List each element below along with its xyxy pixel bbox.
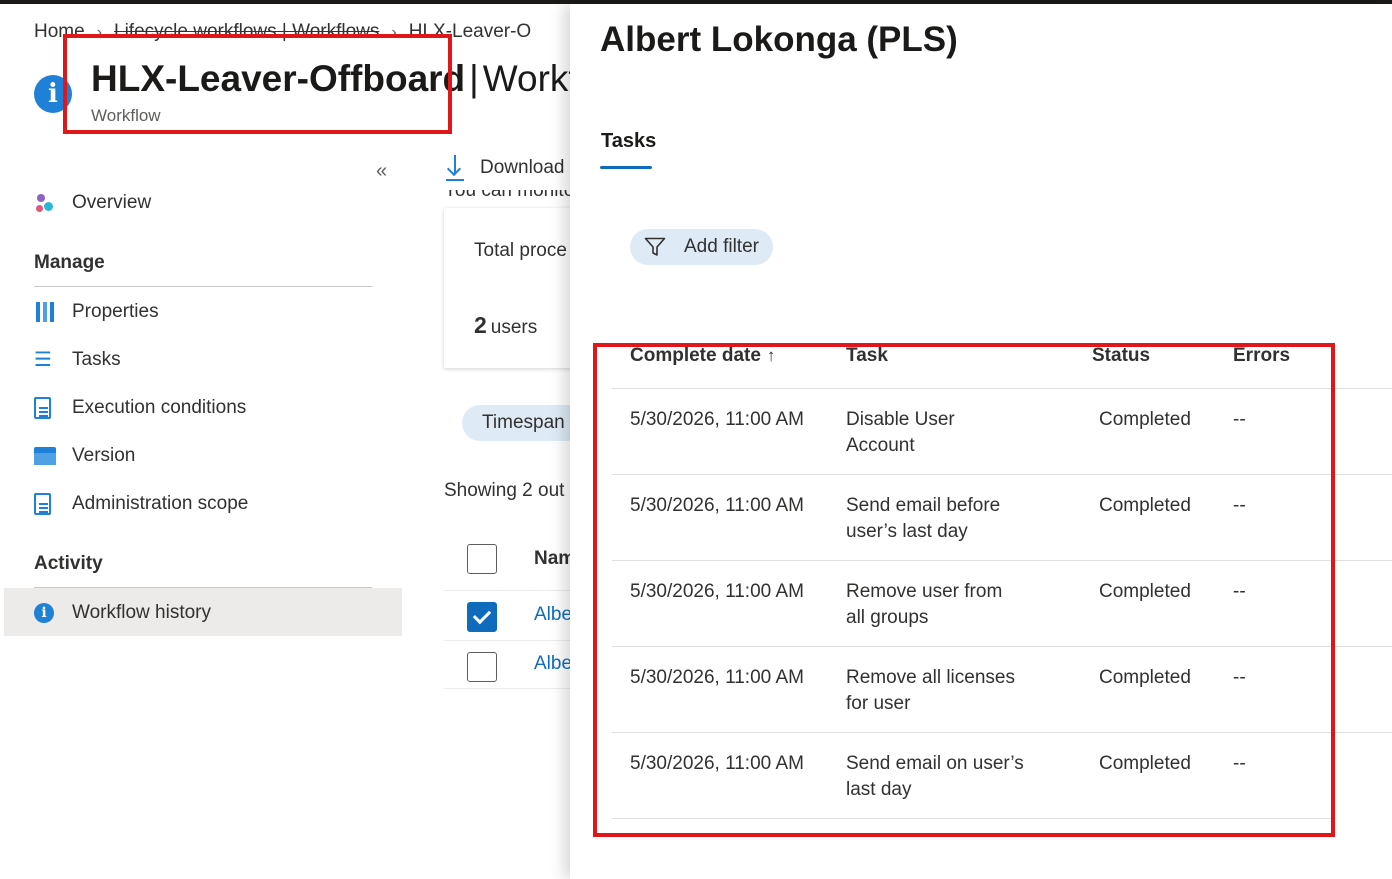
divider xyxy=(34,286,372,287)
sidebar-item-properties[interactable]: Properties xyxy=(34,295,159,329)
select-all-checkbox[interactable] xyxy=(467,544,497,574)
sidebar-item-execution-conditions[interactable]: Execution conditions xyxy=(34,391,246,425)
sidebar-item-label: Properties xyxy=(72,301,159,322)
monitor-description: You can monito xyxy=(444,190,575,201)
overview-icon xyxy=(34,192,56,214)
panel-title: Albert Lokonga (PLS) xyxy=(600,20,958,59)
sidebar-item-label: Execution conditions xyxy=(72,397,247,418)
tasks-icon: ☰ xyxy=(34,349,52,371)
download-icon xyxy=(444,155,466,181)
sidebar-item-label: Workflow history xyxy=(72,602,212,623)
add-filter-label: Add filter xyxy=(684,236,759,257)
sidebar-item-label: Administration scope xyxy=(72,493,249,514)
sidebar-item-label: Tasks xyxy=(72,349,121,370)
row-checkbox[interactable] xyxy=(467,652,497,682)
version-icon xyxy=(34,447,56,465)
sidebar-item-tasks[interactable]: ☰ Tasks xyxy=(34,343,121,377)
download-label: Download xyxy=(480,157,565,178)
card-value: 2 users xyxy=(474,312,538,338)
row-checkbox[interactable] xyxy=(467,602,497,632)
download-button[interactable]: Download xyxy=(444,155,565,181)
sidebar-item-label: Overview xyxy=(72,192,152,213)
user-link[interactable]: Albe xyxy=(534,604,572,626)
divider xyxy=(444,688,584,689)
user-details-panel: Albert Lokonga (PLS) Tasks Add filter Co… xyxy=(570,4,1392,879)
filter-icon xyxy=(644,237,666,257)
tab-selected-indicator xyxy=(600,166,652,169)
user-link[interactable]: Albe xyxy=(534,653,572,675)
tasks-table-highlight-box xyxy=(593,343,1335,837)
sidebar-item-administration-scope[interactable]: Administration scope xyxy=(34,487,248,521)
properties-icon xyxy=(34,301,56,323)
sidebar-item-workflow-history[interactable]: i Workflow history xyxy=(34,596,211,630)
add-filter-button[interactable]: Add filter xyxy=(630,229,773,265)
document-icon xyxy=(34,397,51,419)
tab-tasks[interactable]: Tasks xyxy=(601,130,656,153)
total-processed-card: Total proce 2 users xyxy=(444,208,584,368)
title-highlight-box xyxy=(63,34,452,134)
column-header-name[interactable]: Nam xyxy=(534,548,575,570)
sidebar-item-version[interactable]: Version xyxy=(34,439,135,473)
divider xyxy=(444,590,584,591)
sidebar-item-overview[interactable]: Overview xyxy=(34,186,151,220)
divider xyxy=(444,640,584,641)
info-icon: i xyxy=(34,603,54,623)
document-icon xyxy=(34,493,51,515)
sidebar-section-manage: Manage xyxy=(34,252,105,273)
showing-count: Showing 2 out xyxy=(444,480,565,501)
sidebar-section-activity: Activity xyxy=(34,553,103,574)
collapse-sidebar-button[interactable]: « xyxy=(376,160,387,183)
timespan-filter[interactable]: Timespan xyxy=(462,405,585,441)
sidebar-item-label: Version xyxy=(72,445,136,466)
page-title-separator: | xyxy=(469,58,479,99)
card-label: Total proce xyxy=(474,240,567,261)
